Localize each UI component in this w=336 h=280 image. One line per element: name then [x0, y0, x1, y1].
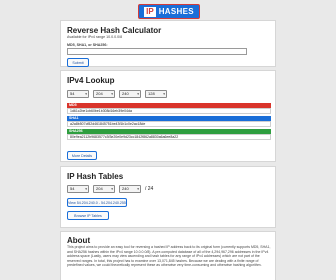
octet-select-4[interactable]: 128 ▾: [145, 90, 167, 98]
table-octet-select-2[interactable]: 204 ▾: [93, 185, 115, 193]
more-details-button[interactable]: More Details: [67, 151, 97, 160]
chevron-down-icon: ▾: [111, 187, 113, 191]
about-card: About This project aims to provide an ea…: [60, 231, 276, 280]
table-octet-select-3[interactable]: 240 ▾: [119, 185, 141, 193]
reverse-hash-card: Reverse Hash Calculator Available for IP…: [60, 20, 276, 67]
chevron-down-icon: ▾: [85, 187, 87, 191]
octet-value-3: 240: [122, 91, 129, 96]
view-range-button[interactable]: View 54.204.240.0 - 54.204.240.255: [67, 198, 127, 207]
about-text: This project aims to provide an easy too…: [67, 245, 271, 268]
table-octet-value-1: 54: [70, 186, 75, 191]
octet-value-1: 54: [70, 91, 75, 96]
logo-prefix: IP: [144, 6, 156, 17]
octet-select-1[interactable]: 54 ▾: [67, 90, 89, 98]
chevron-down-icon: ▾: [163, 92, 165, 96]
hash-input[interactable]: [67, 48, 247, 55]
octet-value-2: 204: [96, 91, 103, 96]
chevron-down-icon: ▾: [111, 92, 113, 96]
reverse-title: Reverse Hash Calculator: [67, 26, 162, 35]
about-title: About: [67, 236, 91, 245]
header: IP HASHES: [0, 4, 336, 20]
ip-hash-tables-card: IP Hash Tables 54 ▾ 204 ▾ 240 ▾ / 24 View 5…: [60, 166, 276, 228]
sha1-value[interactable]: a2a8b507cf82d461845751be43f1b1c0e2ac18de: [67, 121, 271, 127]
md5-value[interactable]: 1d61c2be1cb60be1b308d16eb39e04da: [67, 108, 271, 114]
octet-select-3[interactable]: 240 ▾: [119, 90, 141, 98]
logo-name: HASHES: [158, 7, 194, 16]
site-logo[interactable]: IP HASHES: [138, 4, 200, 19]
ipv4-lookup-card: IPv4 Lookup 54 ▾ 204 ▾ 240 ▾ 128 ▾ MD5 1d61c…: [60, 70, 276, 162]
tables-title: IP Hash Tables: [67, 172, 124, 181]
chevron-down-icon: ▾: [85, 92, 87, 96]
chevron-down-icon: ▾: [137, 187, 139, 191]
lookup-title: IPv4 Lookup: [67, 76, 115, 85]
browse-tables-button[interactable]: Browse IP Tables: [67, 211, 109, 220]
reverse-subtitle: Available for IPv4 range 10.0.0.0/8: [67, 35, 123, 39]
submit-button[interactable]: Submit: [67, 58, 89, 67]
cidr-suffix: / 24: [145, 186, 154, 192]
chevron-down-icon: ▾: [137, 92, 139, 96]
table-octet-value-2: 204: [96, 186, 103, 191]
table-octet-value-3: 240: [122, 186, 129, 191]
octet-value-4: 128: [148, 91, 155, 96]
octet-select-2[interactable]: 204 ▾: [93, 90, 115, 98]
sha256-value[interactable]: 80e9ea2112b9683577c3f3e20e0e9d23cc1842f8…: [67, 134, 271, 140]
table-octet-select-1[interactable]: 54 ▾: [67, 185, 89, 193]
